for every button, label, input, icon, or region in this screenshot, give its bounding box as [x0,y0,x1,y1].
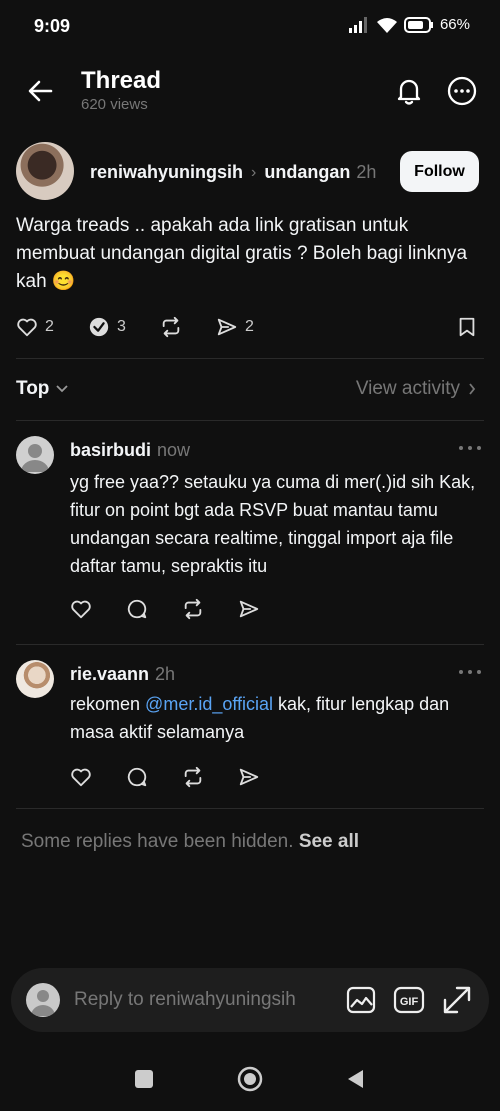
bell-icon[interactable] [394,76,424,106]
like-count: 2 [45,318,54,335]
view-activity-label: View activity [355,378,460,399]
page-title: Thread [81,67,162,94]
svg-text:GIF: GIF [400,996,419,1008]
comment-icon[interactable] [126,598,148,620]
post-author-name[interactable]: reniwahyuningsih [90,162,243,183]
quote-button[interactable] [160,316,182,338]
repost-arrows-icon[interactable] [182,766,204,788]
reply-text-start: rekomen [70,694,146,714]
heart-icon[interactable] [70,598,92,620]
send-icon[interactable] [238,766,260,788]
repost-arrows-icon [160,316,182,338]
home-button[interactable] [237,1066,263,1092]
bookmark-icon[interactable] [456,316,478,338]
like-button[interactable]: 2 [16,316,54,338]
sort-label: Top [16,378,50,399]
more-options-icon[interactable] [447,76,477,106]
divider [16,420,484,421]
reply-more-icon[interactable] [458,667,482,677]
user-avatar [26,983,60,1017]
battery-level: 66% [439,16,470,33]
see-all-link[interactable]: See all [299,831,359,852]
view-activity-link[interactable]: View activity [356,378,476,400]
reply-time: now [157,440,191,460]
divider [16,358,484,359]
nav-back-button[interactable] [345,1068,365,1090]
wifi-icon [376,17,398,33]
reply-time: 2h [155,664,176,684]
mention-link[interactable]: @mer.id_official [145,694,273,714]
reply-input[interactable]: Reply to reniwahyuningsih [74,989,296,1011]
repost-count: 3 [117,318,126,335]
chevron-down-icon [55,384,69,394]
reply-author[interactable]: rie.vaann [70,664,149,685]
share-count: 2 [245,318,254,335]
reply-more-icon[interactable] [458,443,482,453]
sort-dropdown[interactable]: Top [16,378,69,400]
gif-icon[interactable]: GIF [393,984,425,1016]
recent-apps-button[interactable] [135,1070,153,1088]
reposted-check-icon [88,316,110,338]
reply-avatar[interactable] [16,436,54,474]
post-topic[interactable]: undangan [264,162,350,183]
comment-icon[interactable] [126,766,148,788]
follow-button[interactable]: Follow [400,151,479,192]
heart-icon [16,316,38,338]
image-icon[interactable] [345,984,377,1016]
reply-actions [70,766,260,788]
divider [16,808,484,809]
divider [16,644,484,645]
heart-icon[interactable] [70,766,92,788]
reply-text: yg free yaa?? setauku ya cuma di mer(.)i… [70,472,476,576]
hidden-replies-note: Some replies have been hidden. See all [21,831,359,853]
send-icon[interactable] [238,598,260,620]
reply-composer[interactable]: Reply to reniwahyuningsih GIF [11,968,489,1032]
reply-actions [70,598,260,620]
author-avatar[interactable] [16,142,74,200]
expand-icon[interactable] [441,984,473,1016]
post-text: Warga treads .. apakah ada link gratisan… [16,215,468,292]
chevron-right-icon: › [251,163,257,181]
repost-arrows-icon[interactable] [182,598,204,620]
back-arrow-icon[interactable] [26,76,56,106]
repost-button[interactable]: 3 [88,316,126,338]
chevron-right-icon [468,382,476,396]
status-icons: 66% [348,16,470,33]
hidden-replies-text: Some replies have been hidden. [21,831,294,852]
post-time: 2h [356,162,377,182]
view-count: 620 views [81,96,148,113]
post-author-line: reniwahyuningsih › undangan 2h [90,162,376,183]
reply-header: rie.vaann 2h [70,664,175,685]
reply-text: rekomen @mer.id_official kak, fitur leng… [70,690,490,746]
reply-author[interactable]: basirbudi [70,440,151,461]
reply-avatar[interactable] [16,660,54,698]
status-time: 9:09 [34,16,71,36]
reply-header: basirbudi now [70,440,190,461]
battery-icon [403,16,434,33]
signal-icon [348,16,370,33]
send-icon [216,316,238,338]
share-button[interactable]: 2 [216,316,254,338]
